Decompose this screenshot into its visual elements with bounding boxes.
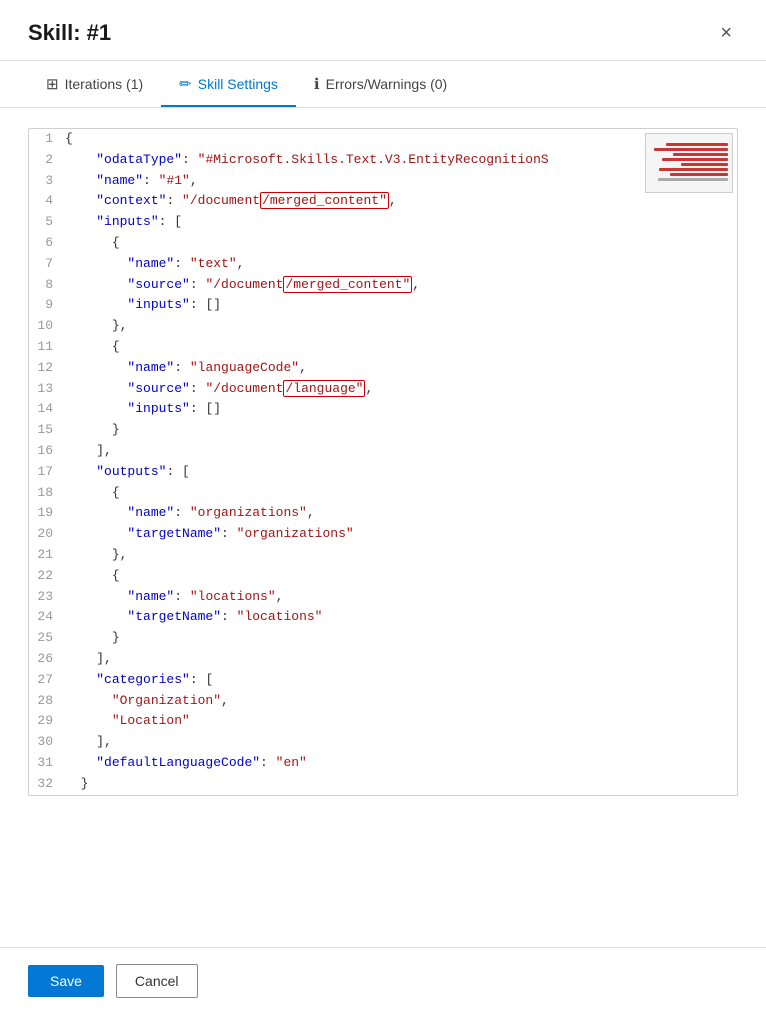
tab-errors-label: Errors/Warnings (0): [326, 76, 448, 92]
table-row: 26 ],: [29, 649, 737, 670]
table-row: 21 },: [29, 545, 737, 566]
table-row: 2 "odataType": "#Microsoft.Skills.Text.V…: [29, 150, 737, 171]
modal-header: Skill: #1 ×: [0, 0, 766, 61]
table-row: 11 {: [29, 337, 737, 358]
table-row: 24 "targetName": "locations": [29, 607, 737, 628]
table-row: 16 ],: [29, 441, 737, 462]
table-row: 15 }: [29, 420, 737, 441]
table-row: 12 "name": "languageCode",: [29, 358, 737, 379]
table-row: 8 "source": "/document/merged_content",: [29, 275, 737, 296]
code-editor[interactable]: 1 { 2 "odataType": "#Microsoft.Skills.Te…: [28, 128, 738, 796]
table-row: 10 },: [29, 316, 737, 337]
table-row: 18 {: [29, 483, 737, 504]
tab-iterations[interactable]: ⊞ Iterations (1): [28, 61, 161, 107]
table-row: 32 }: [29, 774, 737, 795]
tab-errors[interactable]: ℹ Errors/Warnings (0): [296, 61, 465, 107]
table-row: 3 "name": "#1",: [29, 171, 737, 192]
table-row: 9 "inputs": []: [29, 295, 737, 316]
table-row: 20 "targetName": "organizations": [29, 524, 737, 545]
tab-iterations-label: Iterations (1): [65, 76, 144, 92]
table-row: 6 {: [29, 233, 737, 254]
table-row: 1 {: [29, 129, 737, 150]
table-row: 25 }: [29, 628, 737, 649]
table-row: 29 "Location": [29, 711, 737, 732]
skill-settings-icon: ✏: [179, 75, 192, 93]
table-row: 27 "categories": [: [29, 670, 737, 691]
errors-icon: ℹ: [314, 75, 320, 93]
table-row: 5 "inputs": [: [29, 212, 737, 233]
tab-skill-settings-label: Skill Settings: [198, 76, 278, 92]
table-row: 7 "name": "text",: [29, 254, 737, 275]
table-row: 28 "Organization",: [29, 691, 737, 712]
close-button[interactable]: ×: [714, 21, 738, 45]
modal-footer: Save Cancel: [0, 947, 766, 1014]
table-row: 17 "outputs": [: [29, 462, 737, 483]
table-row: 13 "source": "/document/language",: [29, 379, 737, 400]
table-row: 19 "name": "organizations",: [29, 503, 737, 524]
table-row: 22 {: [29, 566, 737, 587]
table-row: 23 "name": "locations",: [29, 587, 737, 608]
cancel-button[interactable]: Cancel: [116, 964, 198, 998]
code-table: 1 { 2 "odataType": "#Microsoft.Skills.Te…: [29, 129, 737, 795]
table-row: 4 "context": "/document/merged_content",: [29, 191, 737, 212]
table-row: 31 "defaultLanguageCode": "en": [29, 753, 737, 774]
iterations-icon: ⊞: [46, 75, 59, 93]
modal-title: Skill: #1: [28, 20, 111, 46]
table-row: 30 ],: [29, 732, 737, 753]
save-button[interactable]: Save: [28, 965, 104, 997]
table-row: 14 "inputs": []: [29, 399, 737, 420]
tab-bar: ⊞ Iterations (1) ✏ Skill Settings ℹ Erro…: [0, 61, 766, 108]
tab-skill-settings[interactable]: ✏ Skill Settings: [161, 61, 296, 107]
code-thumbnail: [645, 133, 733, 193]
modal-body: 1 { 2 "odataType": "#Microsoft.Skills.Te…: [0, 108, 766, 947]
modal-dialog: Skill: #1 × ⊞ Iterations (1) ✏ Skill Set…: [0, 0, 766, 1014]
